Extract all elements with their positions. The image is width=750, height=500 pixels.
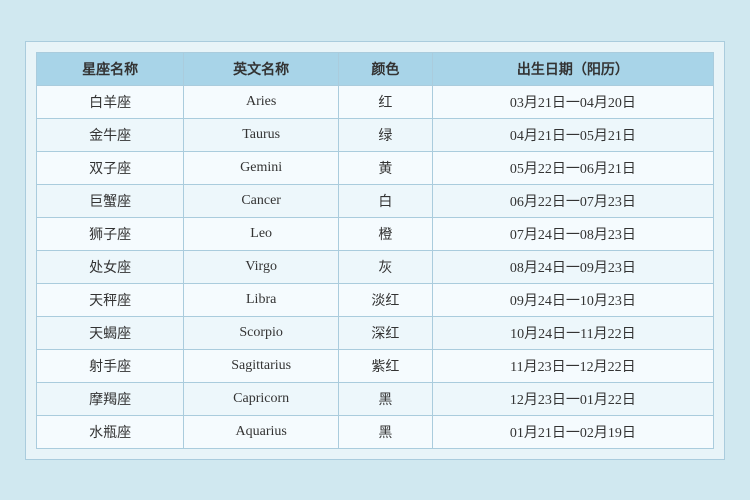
table-header-row: 星座名称 英文名称 颜色 出生日期（阳历）	[37, 52, 714, 85]
cell-chinese-name: 双子座	[37, 151, 184, 184]
table-row: 水瓶座Aquarius黑01月21日一02月19日	[37, 415, 714, 448]
zodiac-table-container: 星座名称 英文名称 颜色 出生日期（阳历） 白羊座Aries红03月21日一04…	[25, 41, 725, 460]
cell-color: 红	[339, 85, 433, 118]
cell-color: 白	[339, 184, 433, 217]
cell-color: 黑	[339, 382, 433, 415]
cell-dates: 06月22日一07月23日	[432, 184, 713, 217]
cell-color: 绿	[339, 118, 433, 151]
cell-dates: 07月24日一08月23日	[432, 217, 713, 250]
cell-english-name: Gemini	[184, 151, 339, 184]
table-row: 白羊座Aries红03月21日一04月20日	[37, 85, 714, 118]
cell-color: 紫红	[339, 349, 433, 382]
cell-english-name: Aries	[184, 85, 339, 118]
cell-color: 橙	[339, 217, 433, 250]
cell-dates: 12月23日一01月22日	[432, 382, 713, 415]
table-row: 金牛座Taurus绿04月21日一05月21日	[37, 118, 714, 151]
header-color: 颜色	[339, 52, 433, 85]
cell-color: 灰	[339, 250, 433, 283]
cell-dates: 05月22日一06月21日	[432, 151, 713, 184]
cell-chinese-name: 摩羯座	[37, 382, 184, 415]
table-row: 天秤座Libra淡红09月24日一10月23日	[37, 283, 714, 316]
cell-dates: 09月24日一10月23日	[432, 283, 713, 316]
table-row: 摩羯座Capricorn黑12月23日一01月22日	[37, 382, 714, 415]
cell-color: 淡红	[339, 283, 433, 316]
cell-dates: 11月23日一12月22日	[432, 349, 713, 382]
header-dates: 出生日期（阳历）	[432, 52, 713, 85]
table-row: 射手座Sagittarius紫红11月23日一12月22日	[37, 349, 714, 382]
cell-english-name: Aquarius	[184, 415, 339, 448]
cell-dates: 03月21日一04月20日	[432, 85, 713, 118]
cell-chinese-name: 水瓶座	[37, 415, 184, 448]
cell-dates: 04月21日一05月21日	[432, 118, 713, 151]
cell-chinese-name: 射手座	[37, 349, 184, 382]
cell-english-name: Cancer	[184, 184, 339, 217]
cell-english-name: Libra	[184, 283, 339, 316]
cell-dates: 01月21日一02月19日	[432, 415, 713, 448]
header-english-name: 英文名称	[184, 52, 339, 85]
cell-color: 黄	[339, 151, 433, 184]
cell-english-name: Virgo	[184, 250, 339, 283]
cell-chinese-name: 金牛座	[37, 118, 184, 151]
cell-dates: 10月24日一11月22日	[432, 316, 713, 349]
cell-english-name: Sagittarius	[184, 349, 339, 382]
zodiac-table: 星座名称 英文名称 颜色 出生日期（阳历） 白羊座Aries红03月21日一04…	[36, 52, 714, 449]
table-row: 双子座Gemini黄05月22日一06月21日	[37, 151, 714, 184]
table-row: 天蝎座Scorpio深红10月24日一11月22日	[37, 316, 714, 349]
cell-chinese-name: 狮子座	[37, 217, 184, 250]
header-chinese-name: 星座名称	[37, 52, 184, 85]
cell-dates: 08月24日一09月23日	[432, 250, 713, 283]
table-row: 处女座Virgo灰08月24日一09月23日	[37, 250, 714, 283]
cell-english-name: Capricorn	[184, 382, 339, 415]
table-row: 狮子座Leo橙07月24日一08月23日	[37, 217, 714, 250]
table-row: 巨蟹座Cancer白06月22日一07月23日	[37, 184, 714, 217]
cell-english-name: Taurus	[184, 118, 339, 151]
cell-chinese-name: 巨蟹座	[37, 184, 184, 217]
cell-chinese-name: 天秤座	[37, 283, 184, 316]
cell-english-name: Leo	[184, 217, 339, 250]
cell-color: 黑	[339, 415, 433, 448]
cell-chinese-name: 天蝎座	[37, 316, 184, 349]
cell-english-name: Scorpio	[184, 316, 339, 349]
cell-chinese-name: 白羊座	[37, 85, 184, 118]
cell-color: 深红	[339, 316, 433, 349]
cell-chinese-name: 处女座	[37, 250, 184, 283]
